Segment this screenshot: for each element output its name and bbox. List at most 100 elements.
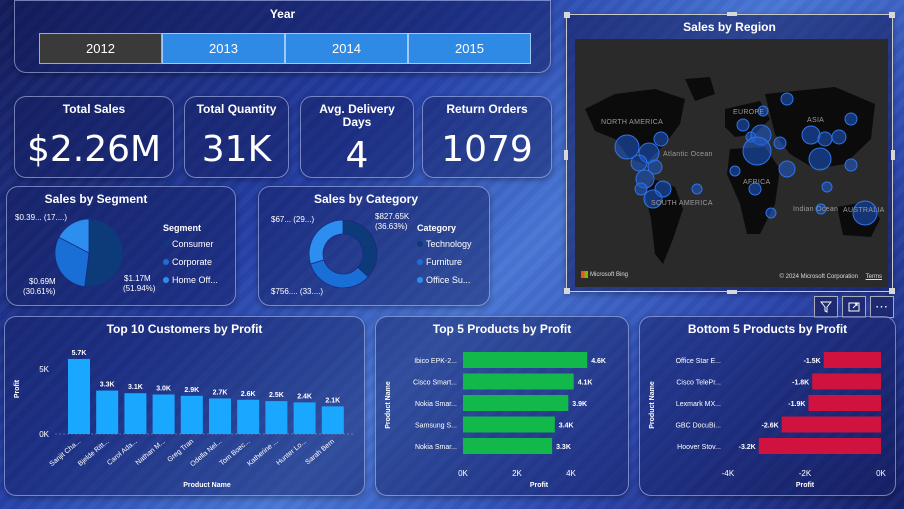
bubble xyxy=(808,147,832,171)
year-buttons: 2012 2013 2014 2015 xyxy=(39,33,531,64)
category-slice[interactable] xyxy=(308,219,344,265)
x-tick-label: Bjelde Ritt... xyxy=(77,438,110,468)
resize-handle[interactable] xyxy=(564,150,568,160)
segment-slice[interactable] xyxy=(84,218,124,288)
category-label-furniture: $756.... (33....) xyxy=(271,287,324,296)
bubble xyxy=(780,92,794,106)
bar-value-label: 2.4K xyxy=(297,393,312,400)
top-customers-card: Top 10 Customers by Profit Profit 5K 0K … xyxy=(4,316,365,496)
customer-bar[interactable] xyxy=(237,399,260,434)
bottom-products-bar-chart[interactable]: Product Name Profit -4K -2K 0K -1.5K Offi… xyxy=(640,317,897,497)
product-bar[interactable] xyxy=(812,373,881,390)
y-tick-label: Lexmark MX... xyxy=(676,401,721,408)
x-tick-label: Greg Tran xyxy=(166,438,195,464)
kpi-total-sales: Total Sales $2.26M xyxy=(14,96,174,178)
legend-dot-icon xyxy=(417,241,423,247)
customer-bar[interactable] xyxy=(124,393,147,434)
customer-bar[interactable] xyxy=(96,390,119,434)
x-tick-label: -4K xyxy=(722,469,735,478)
bubble xyxy=(653,131,669,147)
legend-item-consumer[interactable]: Consumer xyxy=(163,239,218,249)
category-slice[interactable] xyxy=(309,259,369,289)
bubble xyxy=(742,136,772,166)
map-copyright-text: © 2024 Microsoft Corporation xyxy=(779,274,858,280)
sales-by-region-map[interactable]: Sales by Region NORTH AMERICA Atlantic O… xyxy=(564,12,895,294)
map-terms-link[interactable]: Terms xyxy=(866,274,882,280)
more-options-icon[interactable]: ⋯ xyxy=(870,296,894,318)
product-bar[interactable] xyxy=(758,438,881,454)
product-bar[interactable] xyxy=(463,373,574,390)
category-slice[interactable] xyxy=(342,219,378,278)
product-bar[interactable] xyxy=(808,395,881,411)
customer-bar[interactable] xyxy=(68,358,90,434)
map-label-africa: AFRICA xyxy=(743,179,771,186)
bar-value-label: 3.3K xyxy=(100,382,115,389)
year-button-2015[interactable]: 2015 xyxy=(408,33,531,64)
product-bar[interactable] xyxy=(781,416,881,433)
bubble xyxy=(729,165,741,177)
resize-handle[interactable] xyxy=(889,12,895,18)
customer-bar[interactable] xyxy=(209,398,231,434)
customer-bar[interactable] xyxy=(293,402,316,434)
x-tick-label: Carol Ada... xyxy=(106,438,139,467)
legend-item-corporate[interactable]: Corporate xyxy=(163,257,218,267)
bar-value-label: -1.8K xyxy=(792,380,809,387)
customer-bar[interactable] xyxy=(152,394,175,435)
customer-bar[interactable] xyxy=(180,395,203,434)
segment-label-corporate-pct: (30.61%) xyxy=(23,287,56,296)
x-axis-title: Profit xyxy=(796,482,815,489)
year-button-2014[interactable]: 2014 xyxy=(285,33,408,64)
customer-bar[interactable] xyxy=(265,401,288,434)
year-button-2013[interactable]: 2013 xyxy=(162,33,285,64)
y-tick-label: GBC DocuBi... xyxy=(675,423,721,430)
year-button-2012[interactable]: 2012 xyxy=(39,33,162,64)
resize-handle[interactable] xyxy=(891,150,895,160)
legend-item-office-supplies[interactable]: Office Su... xyxy=(417,275,472,285)
bar-value-label: -3.2K xyxy=(739,444,756,451)
segment-label-home-office: $0.39... (17....) xyxy=(15,213,68,222)
customer-bar[interactable] xyxy=(321,406,344,434)
bar-value-label: 2.1K xyxy=(325,397,340,404)
bottom-products-card: Bottom 5 Products by Profit Product Name… xyxy=(639,316,896,496)
resize-handle[interactable] xyxy=(727,290,737,294)
segment-label-consumer-pct: (51.94%) xyxy=(123,284,156,293)
kpi-return-orders: Return Orders 1079 xyxy=(422,96,552,178)
map-label-indian-ocean: Indian Ocean xyxy=(793,206,839,213)
resize-handle[interactable] xyxy=(564,288,570,294)
top-customers-bar-chart[interactable]: Profit 5K 0K Product Name 5.7KSanjit Cha… xyxy=(5,317,366,497)
map-canvas[interactable]: NORTH AMERICA Atlantic Ocean AFRICA SOUT… xyxy=(575,39,888,287)
filter-icon[interactable] xyxy=(814,296,838,318)
bar-value-label: 3.3K xyxy=(556,444,571,451)
category-label-office-supplies: $67... (29...) xyxy=(271,215,315,224)
y-tick-label: 5K xyxy=(39,365,49,374)
resize-handle[interactable] xyxy=(727,12,737,16)
product-bar[interactable] xyxy=(463,438,553,454)
kpi-value: $2.26M xyxy=(26,129,162,170)
map-label-north-america: NORTH AMERICA xyxy=(601,119,664,126)
product-bar[interactable] xyxy=(463,395,569,411)
y-tick-label: Samsung S... xyxy=(415,423,457,430)
x-axis-title: Product Name xyxy=(183,482,231,489)
product-bar[interactable] xyxy=(463,416,555,433)
resize-handle[interactable] xyxy=(564,12,570,18)
kpi-value: 4 xyxy=(345,135,369,176)
legend-item-technology[interactable]: Technology xyxy=(417,239,472,249)
x-tick-label: 4K xyxy=(566,469,576,478)
bar-value-label: 2.7K xyxy=(213,389,228,396)
x-tick-label: -2K xyxy=(799,469,812,478)
legend-item-home-office[interactable]: Home Off... xyxy=(163,275,218,285)
x-tick-label: 2K xyxy=(512,469,522,478)
product-bar[interactable] xyxy=(823,352,881,368)
bubble xyxy=(844,158,858,172)
year-slicer: Year 2012 2013 2014 2015 xyxy=(14,0,551,73)
legend-item-furniture[interactable]: Furniture xyxy=(417,257,472,267)
map-title: Sales by Region xyxy=(683,20,776,34)
kpi-total-quantity: Total Quantity 31K xyxy=(184,96,289,178)
legend-dot-icon xyxy=(417,259,423,265)
focus-mode-icon[interactable] xyxy=(842,296,866,318)
bar-value-label: -1.5K xyxy=(804,358,821,365)
top-products-bar-chart[interactable]: Product Name Profit 0K 2K 4K 4.6K Ibico E… xyxy=(376,317,630,497)
top-products-card: Top 5 Products by Profit Product Name Pr… xyxy=(375,316,629,496)
resize-handle[interactable] xyxy=(889,288,895,294)
product-bar[interactable] xyxy=(463,352,588,368)
